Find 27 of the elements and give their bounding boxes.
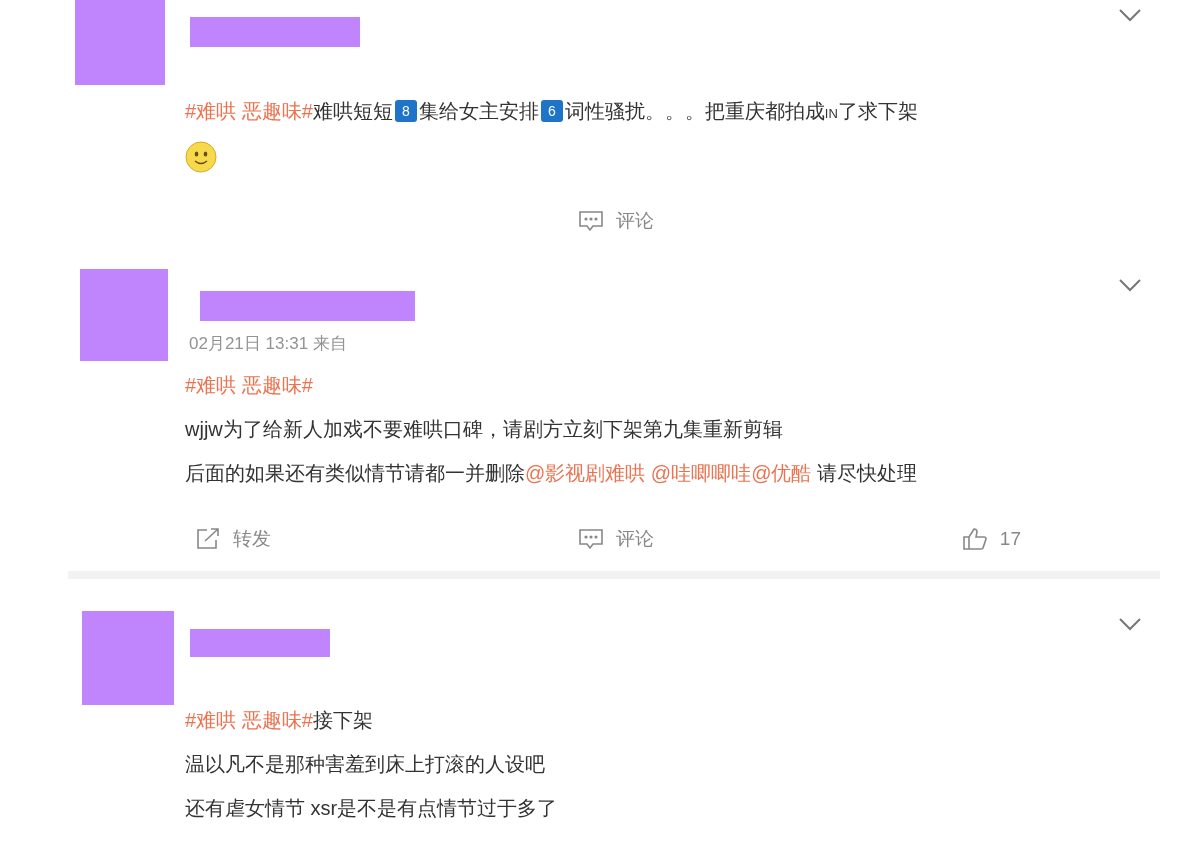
topic-link[interactable]: #难哄 恶趣味# (185, 709, 313, 731)
comment-button[interactable]: 评论 (577, 517, 654, 561)
post-text: 后面的如果还有类似情节请都一并删除@影视剧难哄 @哇唧唧哇@优酷 请尽快处理 (185, 461, 919, 486)
comment-button[interactable]: 评论 (577, 199, 654, 243)
mention-link[interactable]: @优酷 (751, 462, 812, 484)
number-keycap: 8 (394, 100, 417, 122)
post-time: 02月21日 13:31 来自 (189, 333, 348, 355)
chevron-down-icon[interactable] (1118, 617, 1142, 631)
like-button[interactable]: 17 (961, 517, 1021, 561)
topic-link[interactable]: #难哄 恶趣味# (185, 100, 313, 122)
smiley-icon (185, 140, 217, 173)
comment-icon (577, 527, 604, 551)
post-text: wjjw为了给新人加戏不要难哄口碑，请剧方立刻下架第九集重新剪辑 (185, 417, 784, 442)
post-text: 还有虐女情节 xsr是不是有点情节过于多了 (185, 796, 559, 821)
topic-link[interactable]: #难哄 恶趣味# (185, 374, 313, 396)
repost-button[interactable]: 转发 (195, 517, 271, 561)
chevron-down-icon[interactable] (1118, 8, 1142, 22)
post-text: 温以凡不是那种害羞到床上打滚的人设吧 (185, 752, 546, 777)
share-icon (195, 527, 221, 551)
post-text: #难哄 恶趣味#接下架 (185, 708, 374, 733)
thumbs-up-icon (961, 527, 988, 551)
post-text: #难哄 恶趣味#难哄短短 8 集给女主安排 6 词性骚扰。。。把重庆都拍成IN了求下架 (185, 99, 919, 124)
number-keycap: 6 (540, 100, 563, 122)
mention-link[interactable]: @哇唧唧哇 (650, 462, 752, 484)
comment-icon (577, 209, 604, 233)
chevron-down-icon[interactable] (1118, 278, 1142, 292)
mention-link[interactable]: @影视剧难哄 (525, 462, 651, 484)
